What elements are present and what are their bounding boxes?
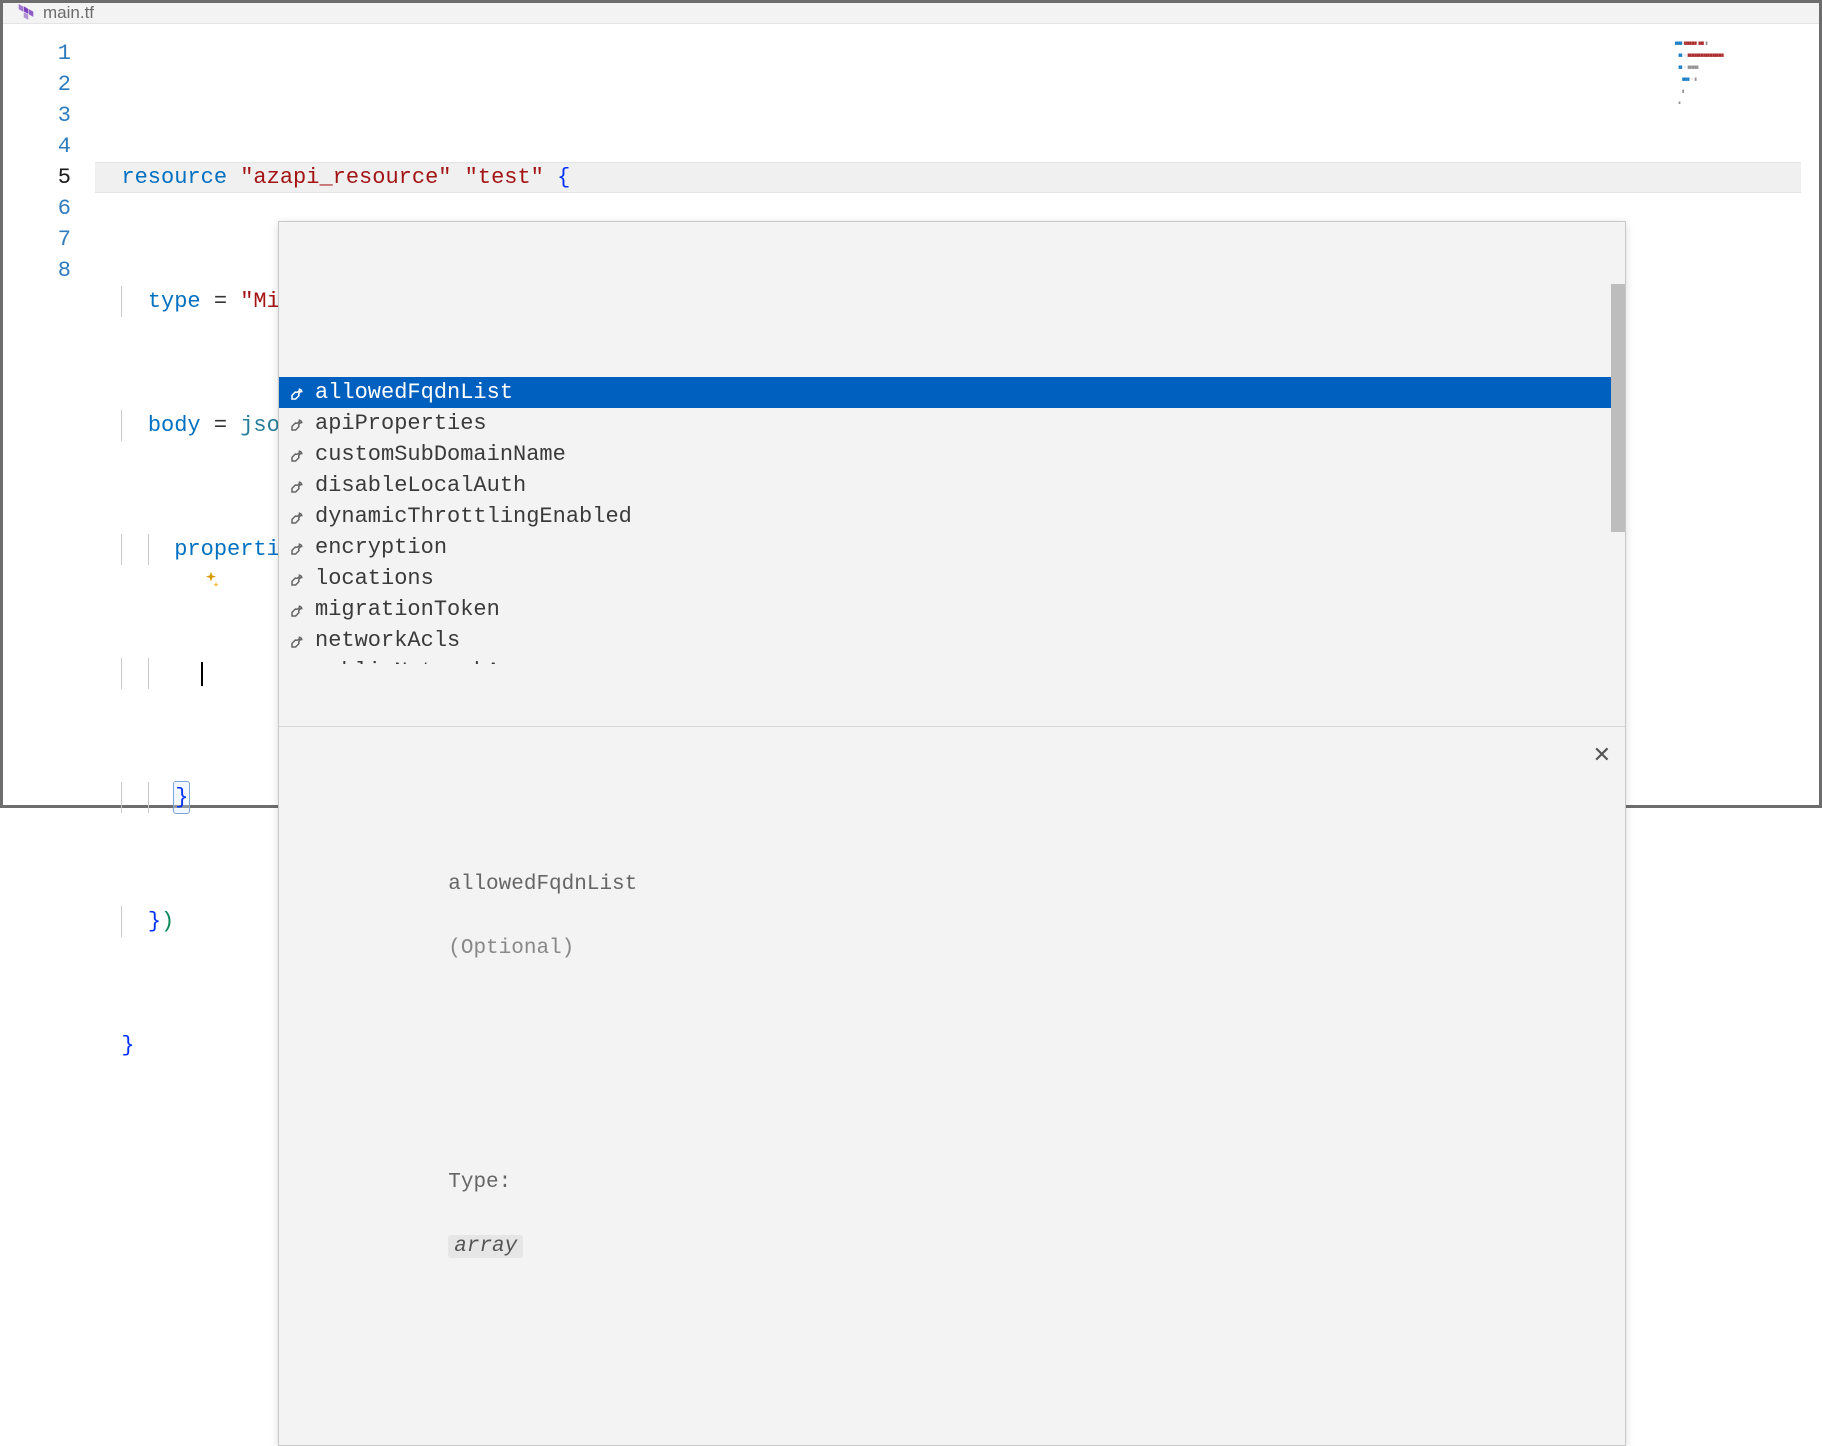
line-number: 7 (3, 224, 71, 255)
suggestion-item[interactable]: migrationToken (279, 594, 1625, 625)
code-content[interactable]: resource "azapi_resource" "test" { type … (95, 24, 1819, 1340)
suggestion-item[interactable]: networkAcls (279, 625, 1625, 656)
detail-type-label: Type: (448, 1171, 511, 1194)
suggestion-label: migrationToken (315, 594, 500, 625)
suggestion-label: customSubDomainName (315, 439, 566, 470)
line-number-gutter: 1 2 3 4 5 6 7 8 (3, 24, 95, 1340)
property-icon (289, 601, 307, 619)
suggestion-label: disableLocalAuth (315, 470, 526, 501)
property-icon (289, 384, 307, 402)
token-keyword: resource (121, 162, 227, 193)
token-keyword: type (148, 286, 201, 317)
token-brace: } (148, 906, 161, 937)
code-editor[interactable]: 1 2 3 4 5 6 7 8 resource "azapi_resource… (3, 24, 1819, 1340)
token-brace: } (174, 782, 189, 813)
property-icon (289, 446, 307, 464)
token-string: "azapi_resource" (240, 162, 451, 193)
suggestion-item[interactable]: apiProperties (279, 408, 1625, 439)
property-icon (289, 539, 307, 557)
property-icon (289, 570, 307, 588)
terraform-file-icon (17, 4, 35, 22)
line-number: 4 (3, 131, 71, 162)
line-number: 3 (3, 100, 71, 131)
property-icon (289, 632, 307, 650)
line-number: 6 (3, 193, 71, 224)
suggestion-label: publicNetworkAccess (315, 656, 566, 664)
suggestion-item[interactable]: dynamicThrottlingEnabled (279, 501, 1625, 532)
suggestion-item[interactable]: publicNetworkAccess (279, 656, 1625, 664)
suggestion-label: networkAcls (315, 625, 460, 656)
token-eq: = (214, 410, 227, 441)
editor-window: main.tf 1 2 3 4 5 6 7 8 resource "azapi_… (0, 0, 1822, 808)
text-cursor (201, 662, 203, 686)
suggestion-label: encryption (315, 532, 447, 563)
close-icon[interactable]: ✕ (1593, 739, 1611, 771)
suggestion-label: apiProperties (315, 408, 487, 439)
token-brace: { (557, 162, 570, 193)
code-line[interactable]: resource "azapi_resource" "test" { (95, 162, 1819, 193)
suggestion-item[interactable]: allowedFqdnList (279, 377, 1625, 408)
suggestion-label: allowedFqdnList (315, 377, 513, 408)
property-icon (289, 663, 307, 665)
intellisense-popup: allowedFqdnListapiPropertiescustomSubDom… (278, 221, 1626, 1446)
line-number: 5 (3, 162, 71, 193)
property-icon (289, 508, 307, 526)
file-tab-label: main.tf (43, 3, 94, 23)
line-number: 8 (3, 255, 71, 286)
suggestion-item[interactable]: customSubDomainName (279, 439, 1625, 470)
detail-optional: (Optional) (448, 937, 574, 960)
suggestion-detail-panel: ✕ allowedFqdnList (Optional) Type: array (279, 726, 1625, 1383)
suggestion-label: dynamicThrottlingEnabled (315, 501, 632, 532)
detail-type-value: array (448, 1235, 523, 1258)
file-tab-main-tf[interactable]: main.tf (17, 3, 94, 23)
suggestion-item[interactable]: locations (279, 563, 1625, 594)
token-string: "test" (465, 162, 544, 193)
line-number: 1 (3, 38, 71, 69)
line-number: 2 (3, 69, 71, 100)
suggestion-item[interactable]: disableLocalAuth (279, 470, 1625, 501)
token-paren: ) (161, 906, 174, 937)
tab-bar: main.tf (3, 3, 1819, 24)
property-icon (289, 415, 307, 433)
suggestion-list: allowedFqdnListapiPropertiescustomSubDom… (279, 284, 1625, 664)
suggestion-item[interactable]: encryption (279, 532, 1625, 563)
token-brace: } (121, 1030, 134, 1061)
property-icon (289, 477, 307, 495)
detail-name: allowedFqdnList (448, 873, 637, 896)
suggestion-scrollbar[interactable] (1611, 284, 1625, 532)
token-keyword: body (148, 410, 201, 441)
minimap[interactable]: ████ ███████ ███ █ ██ = ████████████████… (1675, 34, 1805, 104)
token-eq: = (214, 286, 227, 317)
suggestion-label: locations (315, 563, 434, 594)
